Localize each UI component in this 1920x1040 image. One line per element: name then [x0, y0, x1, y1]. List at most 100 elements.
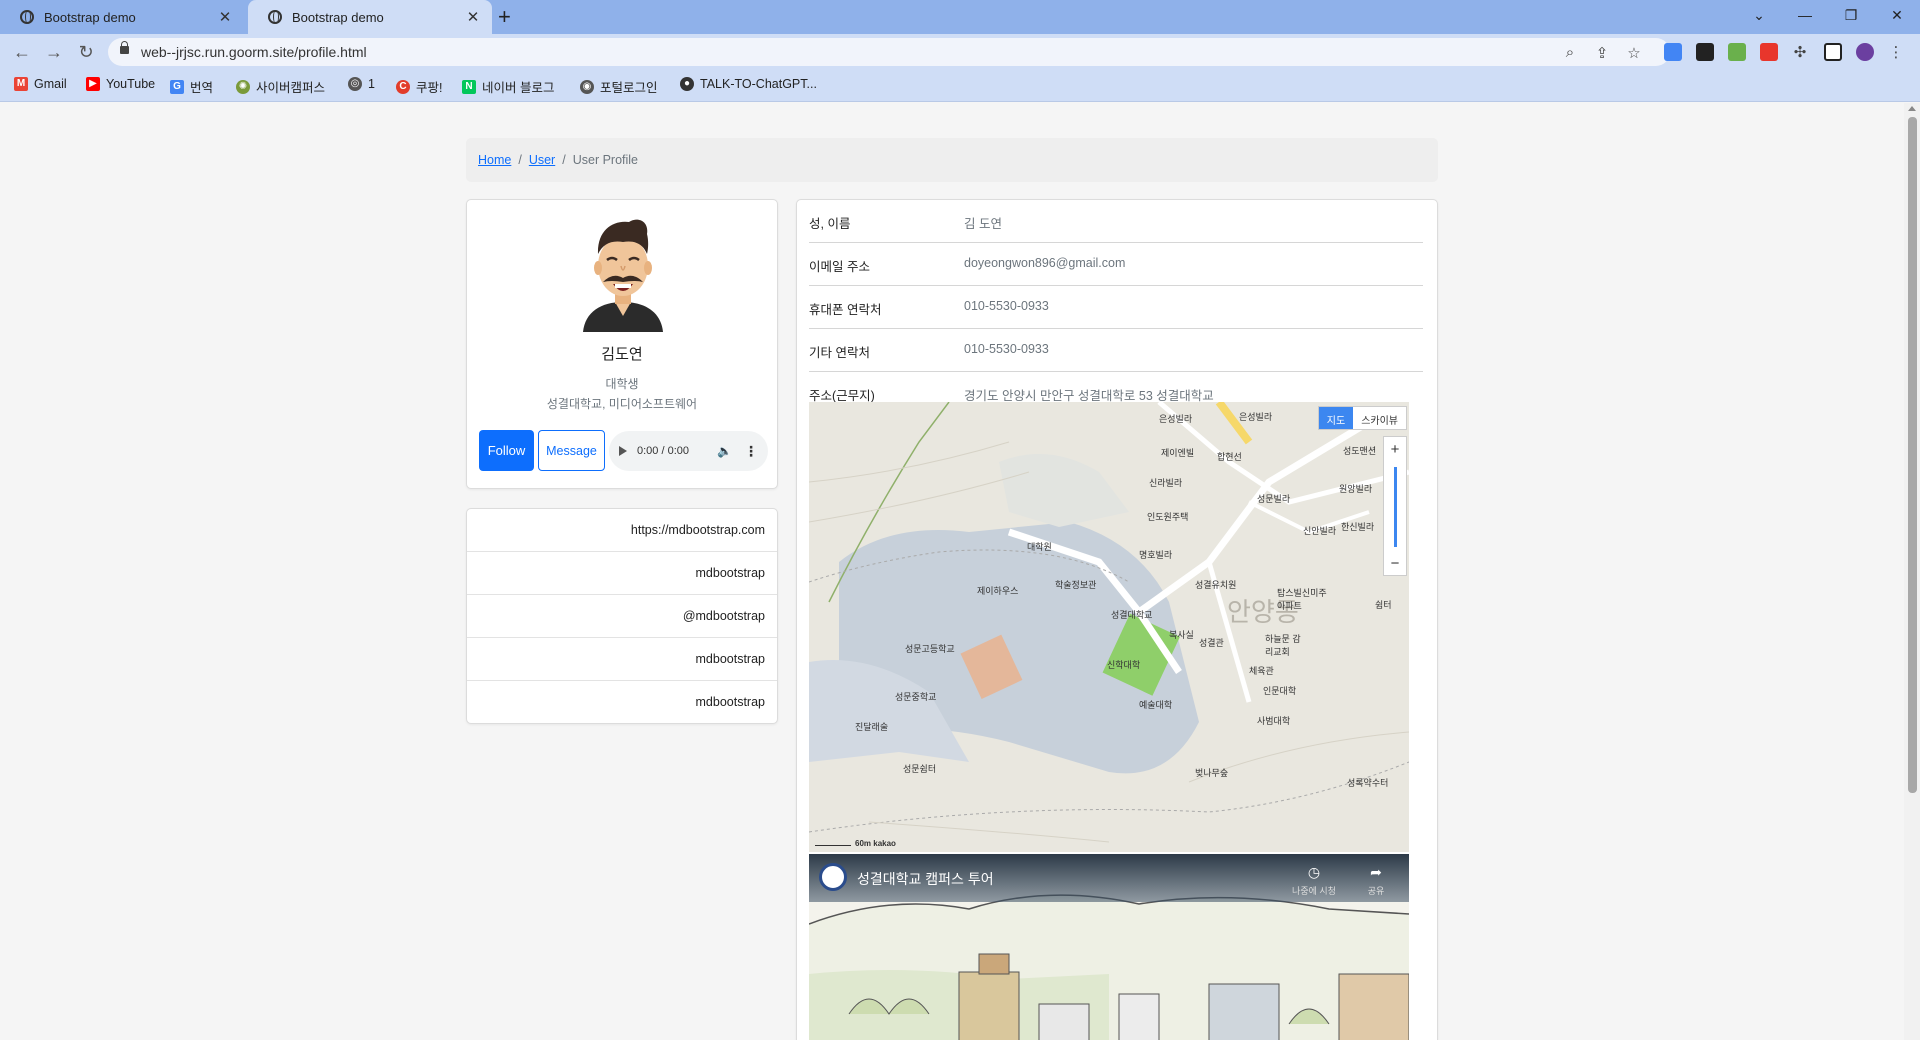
gmail-icon: M [14, 77, 28, 91]
map-label: 성도맨션 [1343, 446, 1377, 456]
scrollbar-thumb[interactable] [1908, 117, 1917, 793]
record-extension-icon[interactable] [1760, 43, 1778, 61]
menu-kebab-icon[interactable]: ⋮ [1886, 43, 1906, 61]
map-type-map-button[interactable]: 지도 [1318, 407, 1354, 429]
play-icon[interactable] [619, 446, 627, 456]
map-canvas[interactable] [809, 402, 1409, 852]
tab-strip: Bootstrap demo ✕ Bootstrap demo ✕ + ⌄ — … [0, 0, 1920, 34]
breadcrumb-user-link[interactable]: User [529, 153, 555, 167]
list-item[interactable]: mdbootstrap [467, 681, 777, 724]
bookmark-portal[interactable]: ◉ 포털로그인 [580, 77, 658, 96]
share-label: 공유 [1367, 886, 1385, 896]
watch-later-label: 나중에 시청 [1292, 886, 1336, 896]
printer-extension-icon[interactable] [1728, 43, 1746, 61]
share-button[interactable]: ➦ 공유 [1351, 864, 1401, 897]
bookmark-label: 포털로그인 [600, 81, 658, 95]
kakao-map[interactable]: 은성빌라 은성빌라 제이엔빌 합현선 신라빌라 인도원주택 성문빌라 대학원 명… [809, 402, 1409, 852]
list-item[interactable]: mdbootstrap [467, 552, 777, 595]
youtube-video[interactable]: 성결대학교 캠퍼스 투어 ◷ 나중에 시청 ➦ 공유 [809, 854, 1409, 1040]
bookmark-1[interactable]: ◎ 1 [348, 77, 375, 91]
map-label: 신안빌라 [1303, 526, 1337, 536]
breadcrumb-separator: / [518, 153, 522, 167]
bookmark-label: 사이버캠퍼스 [256, 81, 326, 95]
zoom-icon[interactable]: ⌕ [1560, 44, 1580, 61]
video-title[interactable]: 성결대학교 캠퍼스 투어 [857, 869, 994, 889]
map-type-control: 지도 스카이뷰 [1317, 406, 1407, 430]
map-label: 명호빌라 [1139, 550, 1173, 560]
back-button[interactable]: ← [10, 41, 34, 63]
list-item[interactable]: https://mdbootstrap.com [467, 509, 777, 552]
lock-icon[interactable] [120, 41, 129, 54]
map-label: 탑스빌신미주 아파트 [1277, 588, 1327, 611]
side-panel-icon[interactable] [1824, 43, 1842, 61]
profile-school: 성결대학교, 미디어소프트웨어 [546, 397, 698, 411]
github-icon: ● [680, 77, 694, 91]
new-tab-button[interactable]: + [498, 4, 511, 30]
share-icon[interactable]: ⇪ [1592, 44, 1612, 62]
more-options-icon[interactable]: ⋮ [744, 443, 758, 460]
close-icon[interactable]: ✕ [216, 8, 234, 26]
map-label: 성결대학교 [1111, 610, 1153, 620]
forward-button[interactable]: → [42, 41, 66, 63]
close-icon[interactable]: ✕ [464, 8, 482, 26]
zoom-out-button[interactable]: − [1384, 553, 1406, 575]
clock-icon: ◷ [1307, 864, 1321, 880]
map-label: 성문고등학교 [905, 644, 955, 654]
extensions-puzzle-icon[interactable]: ✣ [1790, 43, 1810, 61]
youtube-icon: ▶ [86, 77, 100, 91]
bookmark-gmail[interactable]: M Gmail [14, 77, 67, 91]
campus-icon: ✺ [236, 79, 250, 94]
bookmark-naver-blog[interactable]: N 네이버 블로그 [462, 77, 554, 96]
bookmark-label: 1 [368, 77, 375, 91]
translate-extension-icon[interactable] [1664, 43, 1682, 61]
map-label: 은성빌라 [1159, 414, 1193, 424]
naver-icon: N [462, 79, 476, 94]
info-value: 010-5530-0933 [964, 342, 1049, 356]
list-item[interactable]: @mdbootstrap [467, 595, 777, 638]
restore-button[interactable]: ❐ [1828, 0, 1874, 30]
bookmark-star-icon[interactable]: ☆ [1624, 44, 1644, 62]
zoom-in-button[interactable]: + [1384, 439, 1406, 461]
url-text[interactable]: web--jrjsc.run.goorm.site/profile.html [141, 44, 367, 60]
breadcrumb-home-link[interactable]: Home [478, 153, 511, 167]
tab-1[interactable]: Bootstrap demo ✕ [0, 0, 244, 34]
channel-logo[interactable] [819, 863, 847, 891]
volume-icon[interactable]: 🔈 [717, 444, 732, 458]
breadcrumb-current: User Profile [572, 153, 639, 167]
profile-avatar-icon[interactable] [1856, 43, 1874, 61]
tab-2[interactable]: Bootstrap demo ✕ [248, 0, 492, 34]
map-attribution: 60m kakao [815, 839, 896, 848]
bookmark-cybercampus[interactable]: ✺ 사이버캠퍼스 [236, 77, 325, 96]
kakao-logo: kakao [873, 839, 896, 848]
info-value: 김 도연 [964, 217, 1002, 231]
bookmark-talk-to-chatgpt[interactable]: ● TALK-TO-ChatGPT... [680, 77, 817, 91]
message-button[interactable]: Message [538, 430, 605, 471]
info-row-other-contact: 기타 연락처 010-5530-0933 [809, 329, 1423, 372]
breadcrumb: Home / User / User Profile [466, 138, 1438, 182]
map-label: 체육관 [1249, 666, 1274, 676]
bookmark-youtube[interactable]: ▶ YouTube [86, 77, 155, 91]
grid-extension-icon[interactable] [1696, 43, 1714, 61]
user-info-card: 성, 이름 김 도연 이메일 주소 doyeongwon896@gmail.co… [796, 199, 1438, 1040]
bookmark-translate[interactable]: G 번역 [170, 77, 213, 96]
page-scrollbar[interactable] [1904, 103, 1920, 1040]
watch-later-button[interactable]: ◷ 나중에 시청 [1289, 864, 1339, 897]
follow-button[interactable]: Follow [479, 430, 534, 471]
list-item[interactable]: mdbootstrap [467, 638, 777, 681]
breadcrumb-separator: / [562, 153, 566, 167]
tab-search-icon[interactable]: ⌄ [1736, 0, 1782, 30]
zoom-slider[interactable] [1394, 467, 1397, 547]
bookmark-label: 네이버 블로그 [482, 81, 555, 95]
map-label: 한신빌라 [1341, 522, 1375, 532]
minimize-button[interactable]: — [1782, 0, 1828, 30]
address-bar[interactable]: web--jrjsc.run.goorm.site/profile.html ⌕… [108, 38, 1670, 66]
close-window-button[interactable]: ✕ [1874, 0, 1920, 30]
avatar [583, 219, 663, 332]
profile-name: 김도연 [601, 346, 643, 363]
map-type-skyview-button[interactable]: 스카이뷰 [1353, 407, 1406, 429]
bookmark-coupang[interactable]: C 쿠팡! [396, 77, 442, 96]
reload-button[interactable]: ↻ [74, 41, 98, 63]
globe-icon [20, 10, 34, 24]
scroll-up-arrow[interactable] [1908, 106, 1916, 111]
audio-player[interactable]: 0:00 / 0:00 🔈 ⋮ [609, 431, 768, 471]
